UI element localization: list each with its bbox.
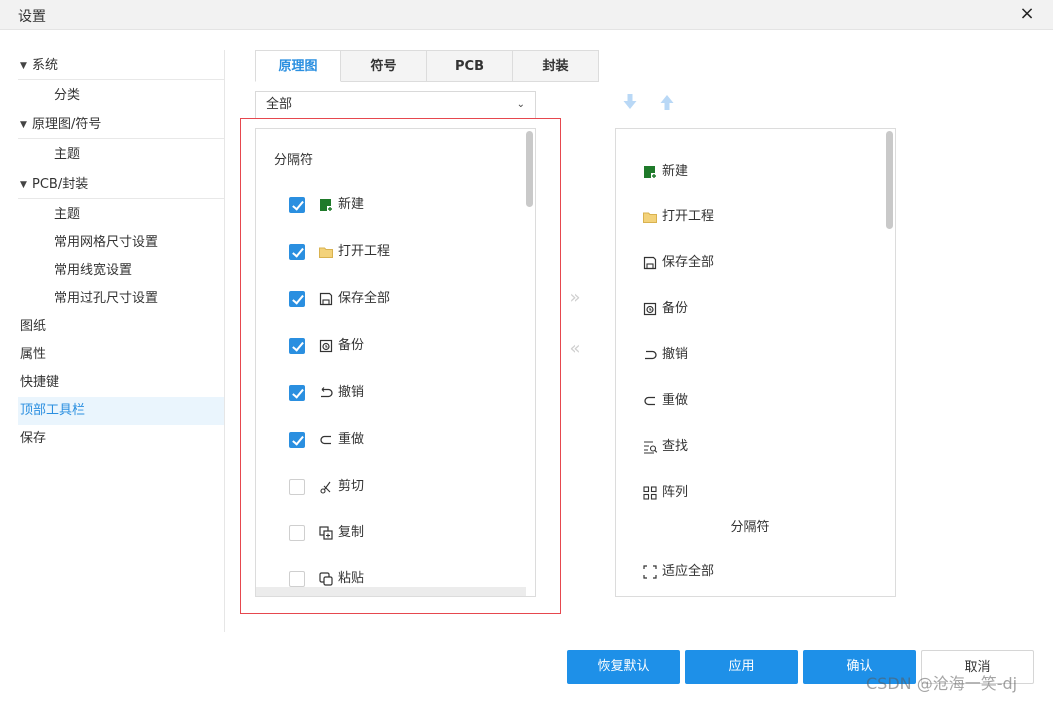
tab-schematic[interactable]: 原理图: [255, 50, 341, 82]
list-item-label: 备份: [662, 301, 689, 316]
sidebar-group-schematic-symbol[interactable]: ▼ 原理图/符号: [18, 111, 224, 139]
new-file-icon: [644, 166, 657, 179]
sidebar-item-line-width[interactable]: 常用线宽设置: [18, 257, 224, 285]
scrollbar-thumb[interactable]: [886, 131, 893, 229]
list-item-label: 适应全部: [662, 564, 715, 579]
sidebar-item-drawing[interactable]: 图纸: [18, 313, 224, 341]
sidebar-item-grid-size[interactable]: 常用网格尺寸设置: [18, 229, 224, 257]
list-item-label: 保存全部: [662, 255, 715, 270]
editor-tabs: 原理图 符号 PCB 封装: [255, 50, 599, 82]
expand-triangle-icon: ▼: [20, 61, 27, 71]
sidebar-group-system[interactable]: ▼ 系统: [18, 52, 224, 80]
backup-icon: [643, 302, 657, 316]
sidebar-group-label: 原理图/符号: [32, 117, 102, 132]
sidebar-item-properties[interactable]: 属性: [18, 341, 224, 369]
vertical-scrollbar[interactable]: [885, 129, 895, 596]
filter-select-value: 全部: [266, 97, 293, 112]
sidebar-group-label: PCB/封装: [32, 177, 89, 192]
tab-symbol[interactable]: 符号: [341, 50, 427, 82]
sidebar-item-top-toolbar[interactable]: 顶部工具栏: [18, 397, 224, 425]
move-down-icon[interactable]: [622, 93, 638, 111]
sidebar-group-label: 系统: [32, 58, 59, 73]
expand-triangle-icon: ▼: [20, 180, 27, 190]
sidebar-item-via-size[interactable]: 常用过孔尺寸设置: [18, 285, 224, 313]
sidebar-item-shortcuts[interactable]: 快捷键: [18, 369, 224, 397]
apply-button[interactable]: 应用: [685, 650, 798, 684]
chevron-down-icon: ⌄: [516, 99, 525, 110]
move-right-button[interactable]: »: [565, 287, 585, 308]
list-item-label: 撤销: [662, 347, 689, 362]
sidebar-item-theme[interactable]: 主题: [18, 201, 224, 229]
sidebar-item-save[interactable]: 保存: [18, 425, 224, 453]
separator-item[interactable]: 分隔符: [616, 516, 884, 535]
redo-icon: [644, 396, 655, 406]
list-item-label: 查找: [662, 439, 689, 454]
list-item-label: 打开工程: [662, 209, 715, 224]
restore-defaults-button[interactable]: 恢复默认: [567, 650, 680, 684]
highlight-annotation: [240, 118, 561, 614]
selected-tools-list: 新建 打开工程 保存全部 备份 撤销 重做 查找 阵列 分隔符 适应全部: [615, 128, 896, 597]
tab-pcb[interactable]: PCB: [427, 50, 513, 82]
array-icon: [643, 486, 657, 500]
list-item-label: 重做: [662, 393, 689, 408]
close-icon[interactable]: ×: [1017, 3, 1037, 24]
sidebar-item-category[interactable]: 分类: [18, 82, 224, 110]
sidebar-group-pcb-footprint[interactable]: ▼ PCB/封装: [18, 171, 224, 199]
list-item-label: 阵列: [662, 485, 689, 500]
save-icon: [643, 256, 657, 270]
move-up-icon[interactable]: [659, 93, 675, 111]
dialog-titlebar: 设置 ×: [0, 0, 1053, 30]
dialog-title: 设置: [18, 9, 46, 25]
sidebar-item-theme[interactable]: 主题: [18, 141, 224, 169]
fit-all-icon: [643, 565, 657, 579]
find-icon: [644, 441, 658, 454]
watermark-text: CSDN @沧海一笑-dj: [866, 674, 1018, 693]
list-item-label: 新建: [662, 164, 689, 179]
expand-triangle-icon: ▼: [20, 120, 27, 130]
undo-icon: [645, 350, 657, 360]
tab-footprint[interactable]: 封装: [513, 50, 599, 82]
filter-select[interactable]: 全部 ⌄: [255, 91, 536, 119]
move-left-button[interactable]: «: [565, 338, 585, 359]
folder-icon: [643, 212, 657, 223]
sidebar-divider: [224, 50, 225, 632]
